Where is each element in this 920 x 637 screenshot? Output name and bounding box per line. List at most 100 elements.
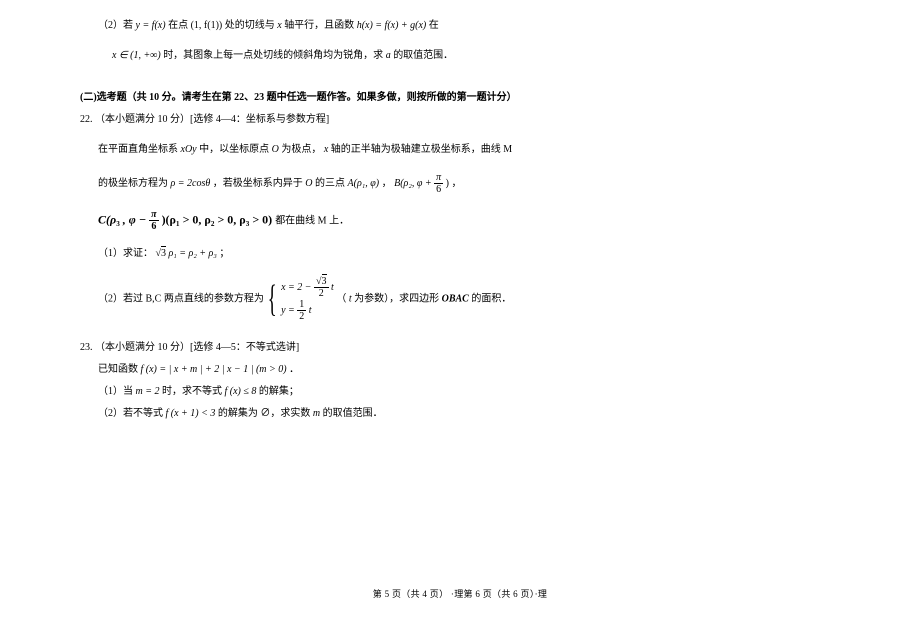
den: 2 xyxy=(297,311,306,322)
text: 的取值范围． xyxy=(393,50,453,61)
rad: 3 xyxy=(161,246,166,259)
t: 的解集； xyxy=(259,386,299,397)
m: f (x) ≤ 8 xyxy=(224,386,256,397)
frac-pi6-1: π6 xyxy=(434,172,443,195)
q22-p3: C(ρ₃ , φ − π6 )(ρ₁ > 0, ρ₂ > 0, ρ₃ > 0) … xyxy=(80,209,815,232)
m: ₁ xyxy=(176,212,180,226)
param-eqs: x = 2 − √32 t y = 12 t xyxy=(281,276,334,322)
q23-p1: 已知函数 f (x) = | x + m | + 2 | x − 1 | (m … xyxy=(80,362,815,378)
m: C(ρ xyxy=(98,212,116,226)
den: 6 xyxy=(434,184,443,195)
m: x xyxy=(324,144,328,155)
q22-num: 22. xyxy=(80,114,93,125)
m: > 0) xyxy=(252,212,275,226)
t: （2）若过 B,C 两点直线的参数方程为 xyxy=(98,293,264,304)
num: π xyxy=(434,172,443,184)
text: （2）若 xyxy=(98,20,136,31)
t: t xyxy=(331,282,334,293)
row-x: x = 2 − √32 t xyxy=(281,276,334,299)
q23-part2: （2）若不等式 f (x + 1) < 3 的解集为 ∅，求实数 m 的取值范围… xyxy=(80,406,815,422)
num: 1 xyxy=(297,299,306,311)
den: 6 xyxy=(149,221,158,232)
t: ； xyxy=(219,248,229,259)
row-y: y = 12 t xyxy=(281,299,334,322)
math-yfx: y = f(x) xyxy=(136,20,166,31)
t: ， xyxy=(451,178,461,189)
m: m xyxy=(313,408,320,419)
t: 的取值范围． xyxy=(323,408,383,419)
m: f (x + 1) < 3 xyxy=(166,408,216,419)
m: B(ρ₂, φ + xyxy=(394,178,434,189)
t: 为参数），求四边形 xyxy=(354,293,442,304)
q22-p1: 在平面直角坐标系 xOy 中，以坐标原点 O 为极点， x 轴的正半轴为极轴建立… xyxy=(80,142,815,158)
m: t xyxy=(349,293,352,304)
t: 为极点， xyxy=(281,144,321,155)
text: 处的切线与 xyxy=(225,20,278,31)
t: 都在曲线 M 上． xyxy=(275,215,349,226)
t: x = 2 − xyxy=(281,282,314,293)
math-x: x xyxy=(277,20,281,31)
m: ρ = 2cosθ xyxy=(171,178,211,189)
q22-p2: 的极坐标方程为 ρ = 2cosθ ，若极坐标系内异于 O 的三点 A(ρ₁, … xyxy=(80,172,815,195)
m: xOy xyxy=(181,144,197,155)
q22-part1: （1）求证： √3 ρ₁ = ρ₂ + ρ₃ ； xyxy=(80,246,815,262)
page-body: （2）若 y = f(x) 在点 (1, f(1)) 处的切线与 x 轴平行，且… xyxy=(0,0,920,422)
m: ₃ xyxy=(116,212,120,226)
t: y = xyxy=(281,305,297,316)
math-domain: x ∈ (1, +∞) xyxy=(112,50,161,61)
t: 的极坐标方程为 xyxy=(98,178,171,189)
t: 已知函数 xyxy=(98,364,141,375)
den: 2 xyxy=(314,288,329,299)
t: 在平面直角坐标系 xyxy=(98,144,181,155)
frac-1-2: 12 xyxy=(297,299,306,322)
t: （2）若不等式 xyxy=(98,408,166,419)
m: f (x) = | x + m | + 2 | x − 1 | (m > 0) xyxy=(141,364,287,375)
brace-icon: { xyxy=(268,280,277,318)
math-pt: (1, f(1)) xyxy=(191,20,223,31)
m: ₂ xyxy=(211,212,215,226)
t: 的面积． xyxy=(471,293,511,304)
t: 中，以坐标原点 xyxy=(199,144,272,155)
t: ， xyxy=(382,178,392,189)
m: , φ − xyxy=(123,212,149,226)
t: 的三点 xyxy=(315,178,348,189)
m: ρ₁ = ρ₂ + ρ₃ xyxy=(169,248,217,259)
t: t xyxy=(309,305,312,316)
q22-header: 22. （本小题满分 10 分）[选修 4—4：坐标系与参数方程] xyxy=(80,112,815,128)
m: > 0, ρ xyxy=(217,212,245,226)
frac-pi6-2: π6 xyxy=(149,209,158,232)
q23-header-text: （本小题满分 10 分）[选修 4—5：不等式选讲] xyxy=(95,342,299,353)
math-a: a xyxy=(386,50,391,61)
t: （ xyxy=(336,293,346,304)
t: （1）当 xyxy=(98,386,136,397)
num: π xyxy=(149,209,158,221)
t: 时，求不等式 xyxy=(162,386,225,397)
section2-header: (二)选考题（共 10 分。请考生在第 22、23 题中任选一题作答。如果多做，… xyxy=(80,90,815,106)
page-footer: 第 5 页（共 4 页） ·理第 6 页（共 6 页）·理 xyxy=(0,587,920,601)
m: > 0, ρ xyxy=(183,212,211,226)
text: 轴平行，且函数 xyxy=(284,20,357,31)
q21-part2-line2: x ∈ (1, +∞) 时，其图象上每一点处切线的倾斜角均为锐角，求 a 的取值… xyxy=(80,48,815,64)
t: （1）求证： xyxy=(98,248,153,259)
q23-header: 23. （本小题满分 10 分）[选修 4—5：不等式选讲] xyxy=(80,340,815,356)
m: )(ρ xyxy=(162,212,176,226)
t: ． xyxy=(289,364,299,375)
m: O xyxy=(272,144,279,155)
math-hx: h(x) = f(x) + g(x) xyxy=(357,20,427,31)
m: OBAC xyxy=(442,293,469,304)
t: 轴的正半轴为极轴建立极坐标系，曲线 M xyxy=(331,144,512,155)
q22-part2: （2）若过 B,C 两点直线的参数方程为 { x = 2 − √32 t y =… xyxy=(80,276,815,322)
m: ) xyxy=(446,178,449,189)
q23-num: 23. xyxy=(80,342,93,353)
rad: 3 xyxy=(322,274,327,287)
text: 在 xyxy=(429,20,439,31)
num: √3 xyxy=(314,276,329,288)
m: A(ρ₁, φ) xyxy=(348,178,380,189)
m: m = 2 xyxy=(136,386,160,397)
q21-part2-line1: （2）若 y = f(x) 在点 (1, f(1)) 处的切线与 x 轴平行，且… xyxy=(80,18,815,34)
q23-part1: （1）当 m = 2 时，求不等式 f (x) ≤ 8 的解集； xyxy=(80,384,815,400)
sqrt3-rho: √3 xyxy=(156,246,167,259)
text: 时，其图象上每一点处切线的倾斜角均为锐角，求 xyxy=(163,50,386,61)
m: O xyxy=(305,178,312,189)
q22-header-text: （本小题满分 10 分）[选修 4—4：坐标系与参数方程] xyxy=(95,114,329,125)
